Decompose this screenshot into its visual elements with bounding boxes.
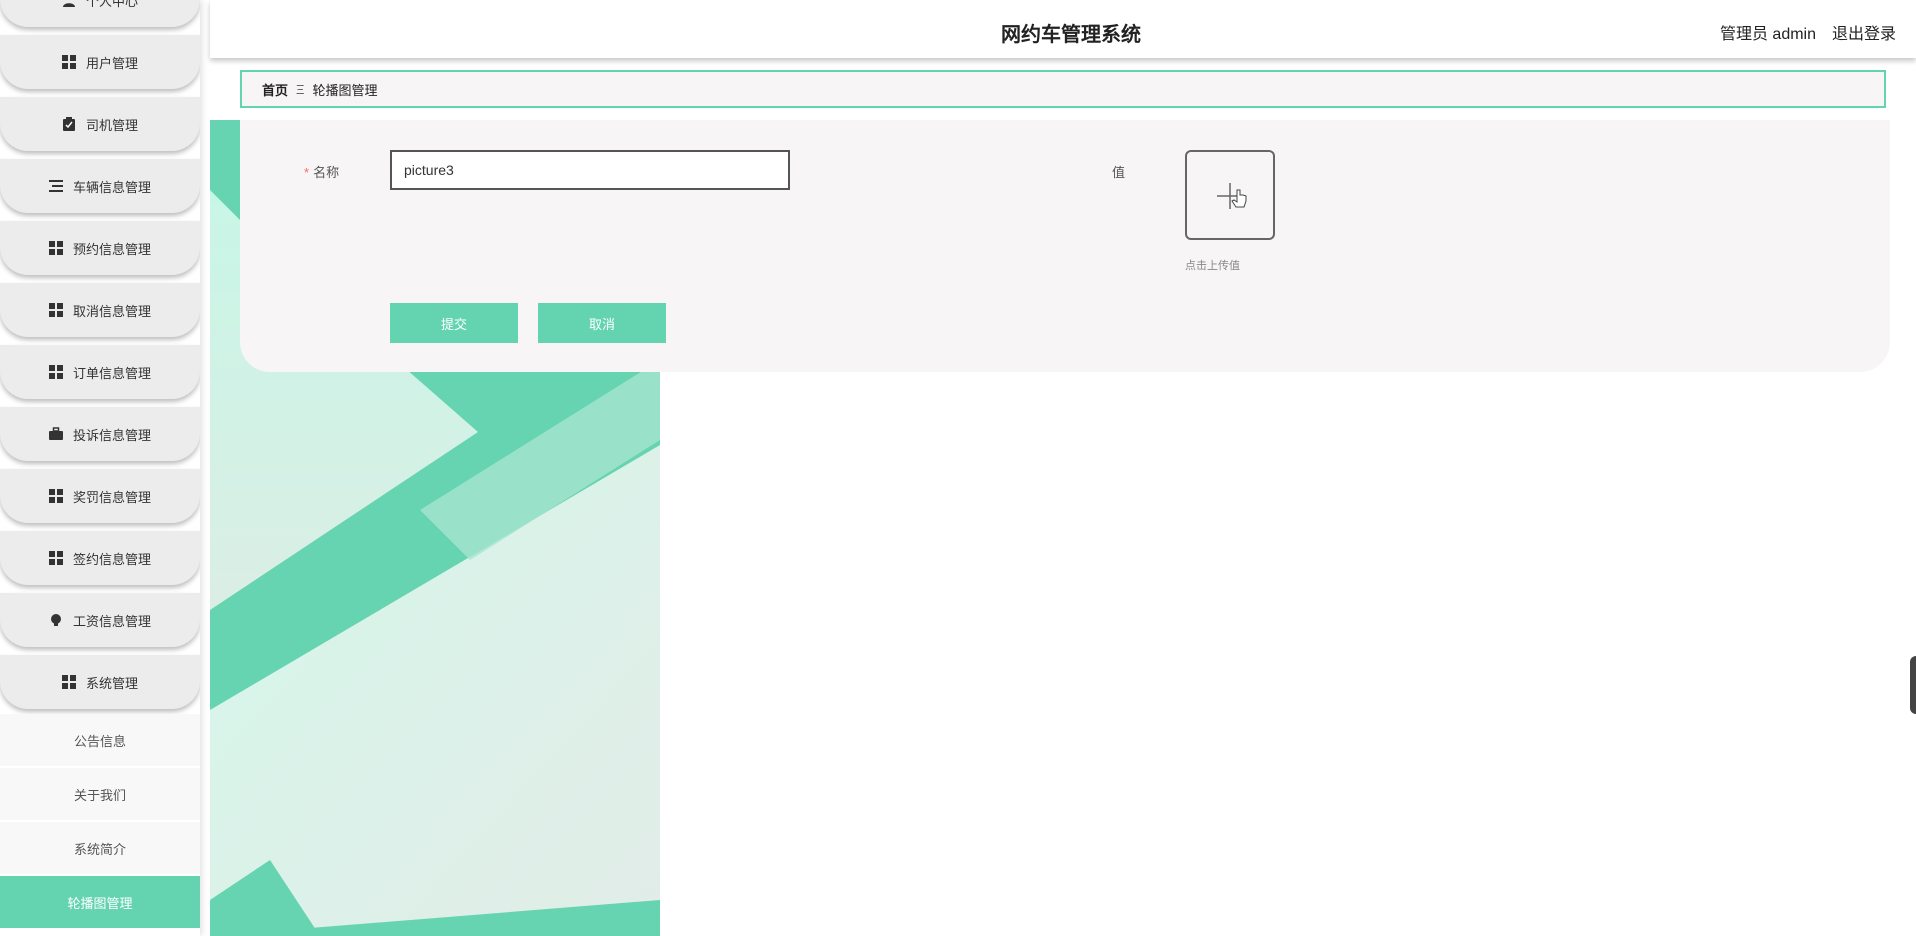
sidebar-item-label: 司机管理 xyxy=(85,117,138,133)
sidebar-item-orders[interactable]: 订单信息管理 xyxy=(0,345,200,399)
side-scroll-tab[interactable] xyxy=(1910,656,1916,714)
name-label-wrap: * 名称 xyxy=(304,162,339,181)
submit-button[interactable]: 提交 xyxy=(390,303,518,343)
required-mark: * xyxy=(304,165,310,180)
sidebar-item-vehicles[interactable]: 车辆信息管理 xyxy=(0,159,200,213)
sidebar-item-salary[interactable]: 工资信息管理 xyxy=(0,593,200,647)
sidebar-sub-carousel[interactable]: 轮播图管理 xyxy=(0,876,200,929)
value-label: 值 xyxy=(1112,165,1126,180)
image-uploader[interactable] xyxy=(1185,150,1275,240)
plus-icon xyxy=(1217,183,1247,209)
sidebar-item-rewards[interactable]: 奖罚信息管理 xyxy=(0,469,200,523)
logout-link[interactable]: 退出登录 xyxy=(1832,20,1896,44)
sidebar-sub-intro[interactable]: 系统简介 xyxy=(0,822,200,875)
app-title: 网约车管理系统 xyxy=(1001,24,1141,46)
sidebar-item-label: 预约信息管理 xyxy=(72,241,151,257)
sidebar-item-label: 签约信息管理 xyxy=(72,551,151,567)
form-panel: *名称 值 点击上传值 提交 取消 xyxy=(240,120,1890,372)
sidebar-item-label: 工资信息管理 xyxy=(72,613,151,629)
breadcrumb-separator: Ξ xyxy=(296,81,305,97)
cancel-button[interactable]: 取消 xyxy=(538,303,666,343)
name-label: 名称 xyxy=(313,165,340,180)
sidebar-sub-label: 系统简介 xyxy=(73,841,126,857)
sidebar-item-label: 车辆信息管理 xyxy=(72,179,151,195)
sidebar-item-label: 个人中心 xyxy=(85,0,138,9)
sidebar-item-label: 取消信息管理 xyxy=(72,303,151,319)
breadcrumb-home[interactable]: 首页 xyxy=(262,80,288,99)
grid-icon xyxy=(48,241,63,255)
sidebar-sub-label: 公告信息 xyxy=(73,733,126,749)
top-header: 网约车管理系统 管理员 admin 退出登录 xyxy=(210,0,1916,58)
upload-tip: 点击上传值 xyxy=(1185,260,1240,272)
grid-icon xyxy=(48,303,63,317)
sidebar-item-label: 订单信息管理 xyxy=(72,365,151,381)
name-input[interactable] xyxy=(390,150,790,190)
sidebar-item-system[interactable]: 系统管理 xyxy=(0,655,200,709)
sidebar-sub-notices[interactable]: 公告信息 xyxy=(0,714,200,767)
sidebar-item-label: 奖罚信息管理 xyxy=(72,489,151,505)
grid-icon xyxy=(48,551,63,565)
sidebar-sub-about[interactable]: 关于我们 xyxy=(0,768,200,821)
briefcase-icon xyxy=(48,427,63,440)
bulb-icon xyxy=(50,614,61,626)
sidebar-item-reservations[interactable]: 预约信息管理 xyxy=(0,221,200,275)
grid-icon xyxy=(61,675,76,689)
sidebar-item-label: 投诉信息管理 xyxy=(72,427,151,443)
person-icon xyxy=(62,3,75,7)
list-icon xyxy=(48,180,63,192)
sidebar-item-label: 用户管理 xyxy=(85,55,138,71)
sidebar-item-users[interactable]: 用户管理 xyxy=(0,35,200,89)
sidebar-item-contracts[interactable]: 签约信息管理 xyxy=(0,531,200,585)
sidebar: 个人中心 用户管理 司机管理 车辆信息管理 预约信息管理 取消信息管理 订单信息… xyxy=(0,0,200,936)
grid-icon xyxy=(48,489,63,503)
sidebar-item-label: 系统管理 xyxy=(85,675,138,691)
sidebar-item-profile[interactable]: 个人中心 xyxy=(0,0,200,27)
sidebar-item-cancellations[interactable]: 取消信息管理 xyxy=(0,283,200,337)
breadcrumb-current: 轮播图管理 xyxy=(312,82,378,98)
sidebar-item-complaints[interactable]: 投诉信息管理 xyxy=(0,407,200,461)
grid-icon xyxy=(61,55,76,69)
clipboard-icon xyxy=(62,117,75,131)
sidebar-item-drivers[interactable]: 司机管理 xyxy=(0,97,200,151)
sidebar-sub-label: 关于我们 xyxy=(73,787,126,803)
grid-icon xyxy=(48,365,63,379)
sidebar-sub-label: 轮播图管理 xyxy=(67,895,133,911)
breadcrumb: 首页 Ξ 轮播图管理 xyxy=(240,70,1886,108)
current-user: 管理员 admin xyxy=(1719,26,1816,43)
